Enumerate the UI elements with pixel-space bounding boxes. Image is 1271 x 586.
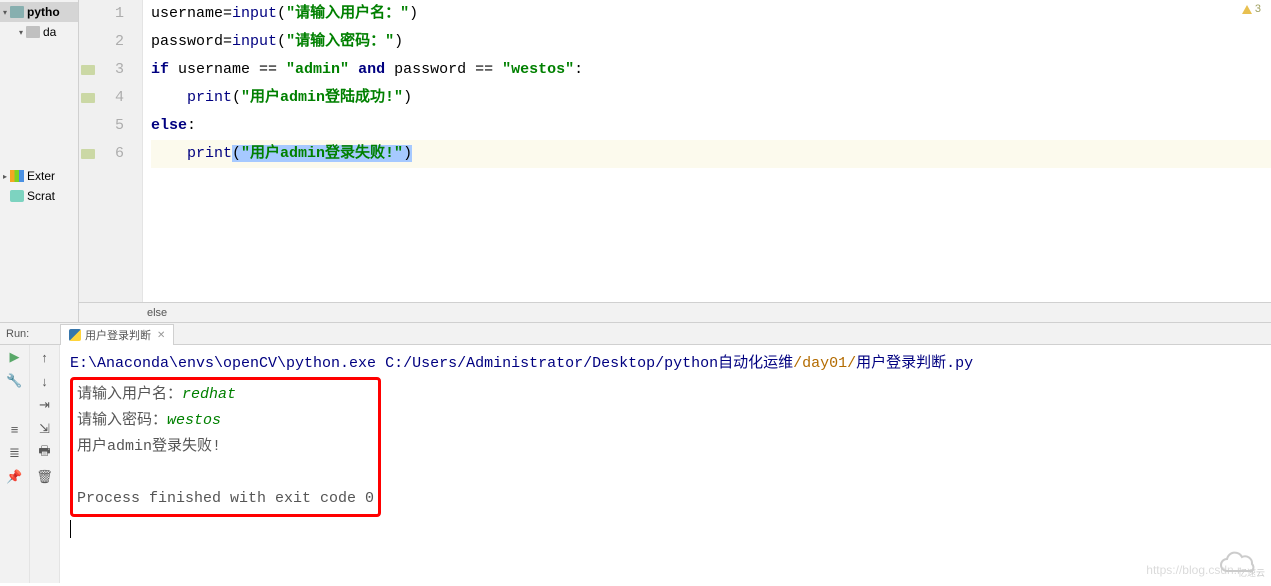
code-line[interactable]: if username == "admin" and password == "…	[151, 56, 1271, 84]
code-line[interactable]: print("用户admin登陆成功!")	[151, 84, 1271, 112]
chevron-right-icon[interactable]: ▸	[0, 171, 10, 181]
trash-icon[interactable]: 🗑	[37, 469, 53, 485]
console-line: Process finished with exit code 0	[77, 486, 374, 512]
code-content[interactable]: username=input("请输入用户名：")password=input(…	[143, 0, 1271, 302]
project-sidebar[interactable]: ▾ pytho ▾ da ▸ Exter Scrat	[0, 0, 79, 322]
console-line: 用户admin登录失败!	[77, 434, 374, 460]
gutter-method-icon	[81, 93, 95, 103]
chevron-down-icon[interactable]: ▾	[16, 27, 26, 37]
down-arrow-icon[interactable]: ↓	[37, 373, 53, 389]
console-cursor-line	[70, 517, 1261, 543]
run-tab-title: 用户登录判断	[85, 327, 151, 343]
console-output[interactable]: E:\Anaconda\envs\openCV\python.exe C:/Us…	[60, 345, 1271, 583]
pin-icon[interactable]: 📌	[7, 469, 23, 485]
code-line[interactable]: username=input("请输入用户名：")	[151, 0, 1271, 28]
run-tab[interactable]: 用户登录判断 ✕	[60, 324, 174, 345]
run-tool-window: Run: 用户登录判断 ✕ ▶ 🔧 ≡ ≣ 📌 ↑ ↓ ⇥ ⇲ 🖶 🗑 E:\A…	[0, 323, 1271, 583]
highlighted-output-box: 请输入用户名：redhat 请输入密码：westos 用户admin登录失败! …	[70, 377, 381, 517]
python-icon	[69, 329, 81, 341]
print-icon[interactable]: 🖶	[37, 445, 53, 461]
breadcrumb-bar[interactable]: else	[79, 302, 1271, 322]
line-gutter[interactable]: 1 2 3 4 5 6	[79, 0, 143, 302]
line-number[interactable]: 2	[79, 28, 124, 56]
down-icon[interactable]	[7, 397, 23, 413]
chevron-down-icon[interactable]: ▾	[0, 7, 10, 17]
gutter-method-icon	[81, 149, 95, 159]
layout-icon[interactable]: ≡	[7, 421, 23, 437]
line-number[interactable]: 5	[79, 112, 124, 140]
code-editor[interactable]: 3 1 2 3 4 5 6 username=input("请输入用户名：")p…	[79, 0, 1271, 322]
run-toolbar-left: ▶ 🔧 ≡ ≣ 📌	[0, 345, 30, 583]
code-line[interactable]: password=input("请输入密码：")	[151, 28, 1271, 56]
rerun-icon[interactable]: ▶	[7, 349, 23, 365]
tree-label: pytho	[27, 5, 60, 19]
line-number[interactable]: 1	[79, 0, 124, 28]
stop-icon[interactable]: 🔧	[7, 373, 23, 389]
folder-icon	[10, 6, 24, 18]
scroll-icon[interactable]: ⇲	[37, 421, 53, 437]
code-line[interactable]: print("用户admin登录失败!")	[151, 140, 1271, 168]
run-toolbar-right: ↑ ↓ ⇥ ⇲ 🖶 🗑	[30, 345, 60, 583]
tree-label: Scrat	[27, 189, 55, 203]
library-icon	[10, 170, 24, 182]
breadcrumb-item[interactable]: else	[147, 307, 167, 319]
code-line[interactable]: else:	[151, 112, 1271, 140]
console-line: E:\Anaconda\envs\openCV\python.exe C:/Us…	[70, 351, 1261, 377]
gutter-method-icon	[81, 65, 95, 75]
scratch-icon	[10, 190, 24, 202]
tree-item-scratches[interactable]: Scrat	[0, 186, 78, 206]
run-label: Run:	[0, 328, 60, 340]
brand-logo: 亿速云	[1215, 551, 1265, 579]
run-header: Run: 用户登录判断 ✕	[0, 323, 1271, 345]
layout2-icon[interactable]: ≣	[7, 445, 23, 461]
console-line: 请输入密码：westos	[77, 408, 374, 434]
tree-item-folder[interactable]: ▾ da	[0, 22, 78, 42]
soft-wrap-icon[interactable]: ⇥	[37, 397, 53, 413]
up-arrow-icon[interactable]: ↑	[37, 349, 53, 365]
folder-icon	[26, 26, 40, 38]
console-line: 请输入用户名：redhat	[77, 382, 374, 408]
tree-label: da	[43, 25, 56, 39]
tree-item-project[interactable]: ▾ pytho	[0, 2, 78, 22]
tree-label: Exter	[27, 169, 55, 183]
tree-item-external[interactable]: ▸ Exter	[0, 166, 78, 186]
interpreter-path: E:\Anaconda\envs\openCV\python.exe	[70, 355, 376, 372]
close-icon[interactable]: ✕	[157, 330, 165, 341]
